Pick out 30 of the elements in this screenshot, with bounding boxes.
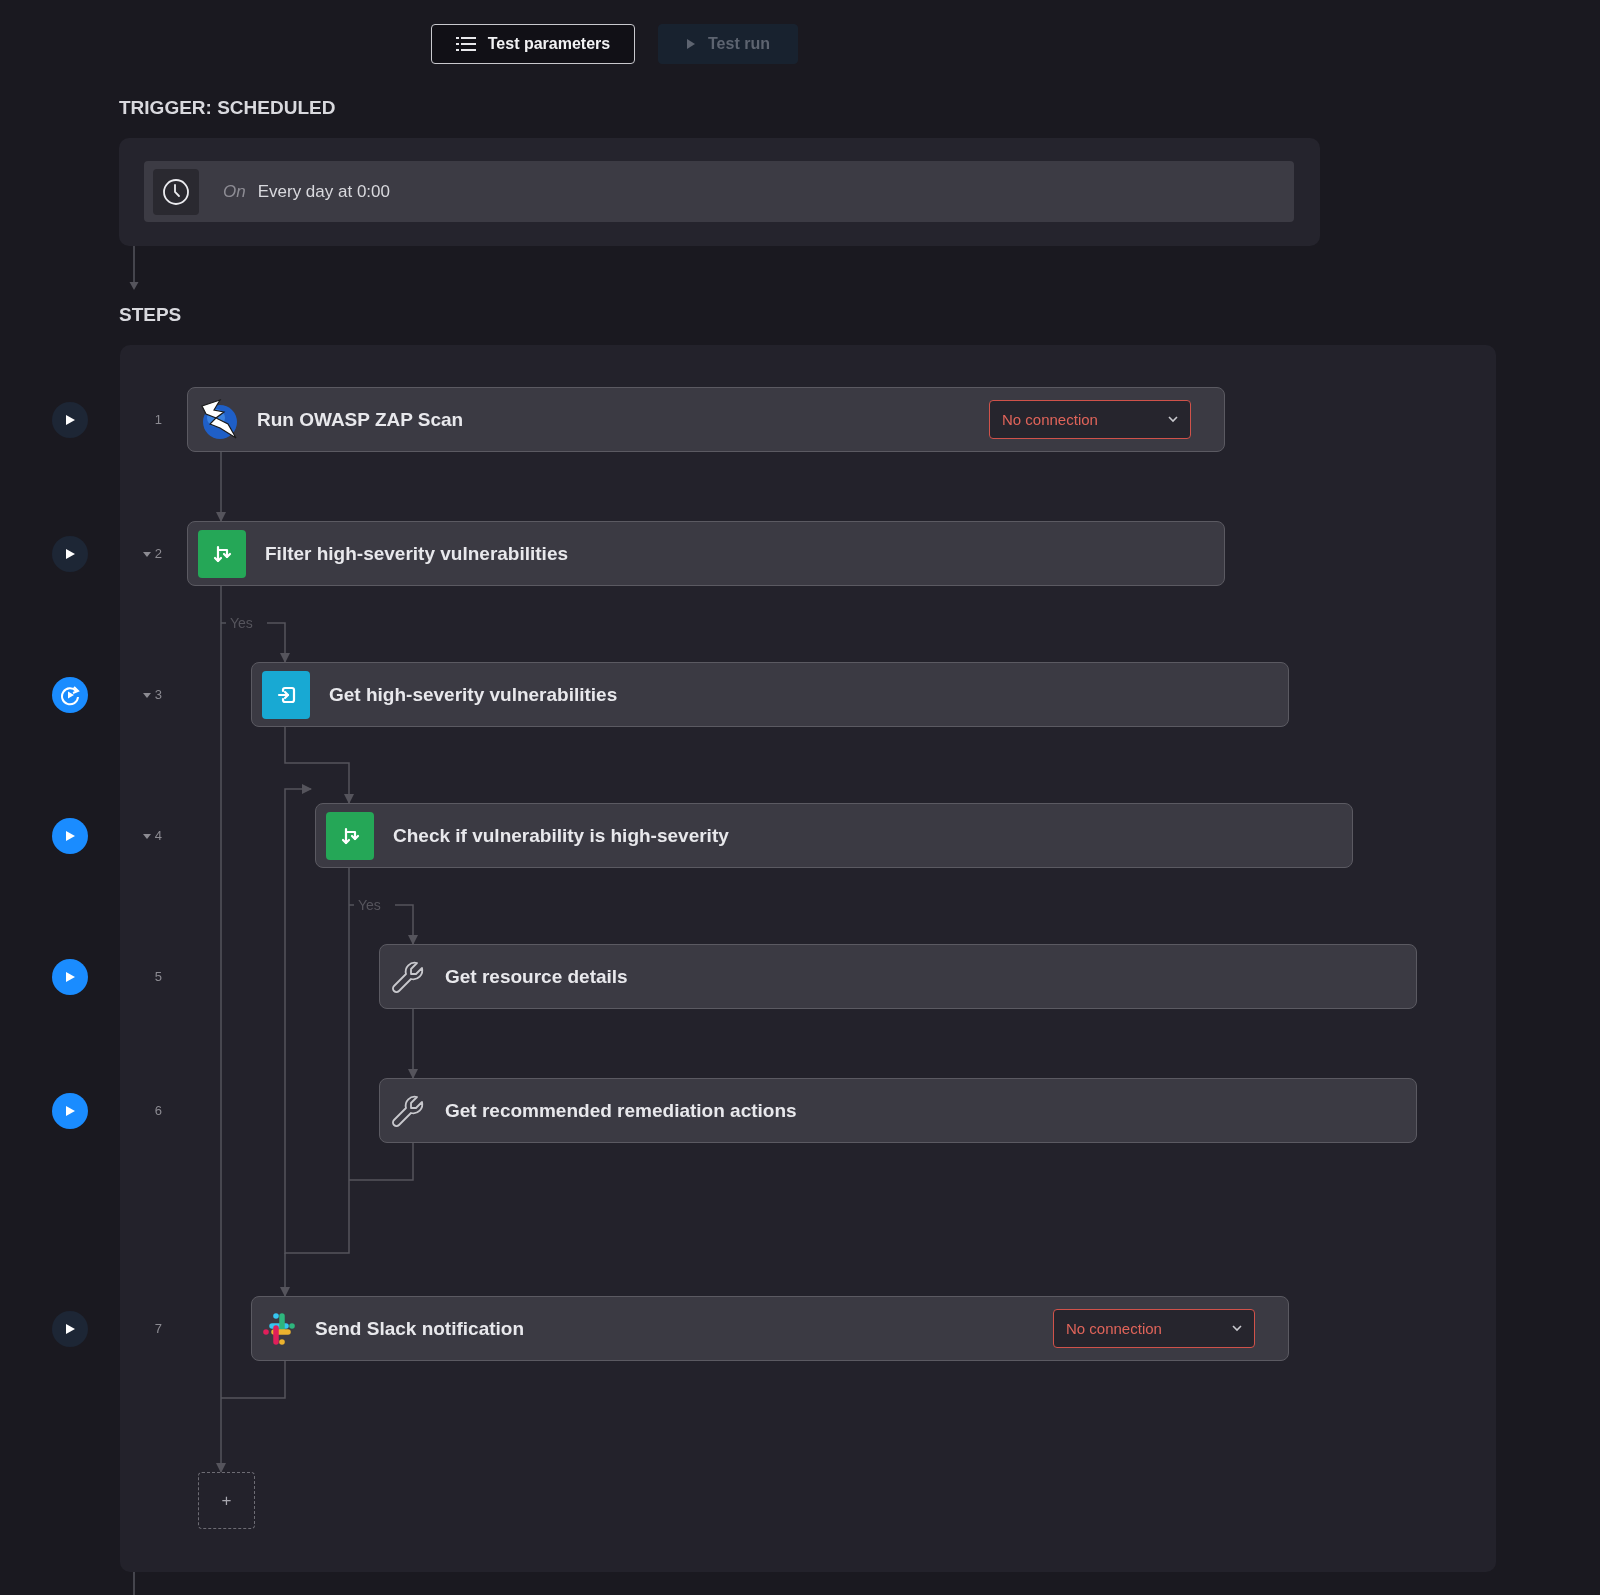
section-heading: STEPS: [119, 304, 183, 326]
schedule-prefix: On: [223, 181, 246, 202]
add-step-button[interactable]: +: [198, 1472, 255, 1529]
step-number: 1: [154, 412, 162, 427]
connection-dropdown[interactable]: No connection: [989, 400, 1191, 439]
step-number: 5: [154, 969, 162, 984]
step-card[interactable]: Get recommended remediation actions: [379, 1078, 1417, 1143]
step-title: Get high-severity vulnerabilities: [329, 683, 618, 706]
step-card[interactable]: Check if vulnerability is high-severity: [315, 803, 1353, 868]
step-title: Get recommended remediation actions: [445, 1099, 797, 1122]
step-number: 2: [154, 546, 162, 561]
step-title: Get resource details: [445, 965, 628, 988]
schedule-text: Every day at 0:00: [257, 181, 390, 202]
step-card[interactable]: Filter high-severity vulnerabilities: [187, 521, 1225, 586]
step-card[interactable]: Get resource details: [379, 944, 1417, 1009]
section-heading: TRIGGER: SCHEDULED: [119, 97, 337, 119]
test-parameters-button[interactable]: Test parameters: [431, 24, 635, 64]
step-title: Filter high-severity vulnerabilities: [265, 542, 569, 565]
step-number: 3: [154, 687, 162, 702]
step-title: Check if vulnerability is high-severity: [393, 824, 729, 847]
step-card[interactable]: Send Slack notification No connection: [251, 1296, 1289, 1361]
step-number: 4: [154, 828, 162, 843]
trigger-row[interactable]: On Every day at 0:00: [144, 161, 1294, 222]
step-title: Send Slack notification: [315, 1317, 525, 1340]
step-title: Run OWASP ZAP Scan: [257, 408, 464, 431]
step-number: 6: [154, 1103, 162, 1118]
step-card[interactable]: Get high-severity vulnerabilities: [251, 662, 1289, 727]
step-card[interactable]: Run OWASP ZAP Scan No connection: [187, 387, 1225, 452]
step-number: 7: [154, 1321, 162, 1336]
connection-dropdown[interactable]: No connection: [1053, 1309, 1255, 1348]
